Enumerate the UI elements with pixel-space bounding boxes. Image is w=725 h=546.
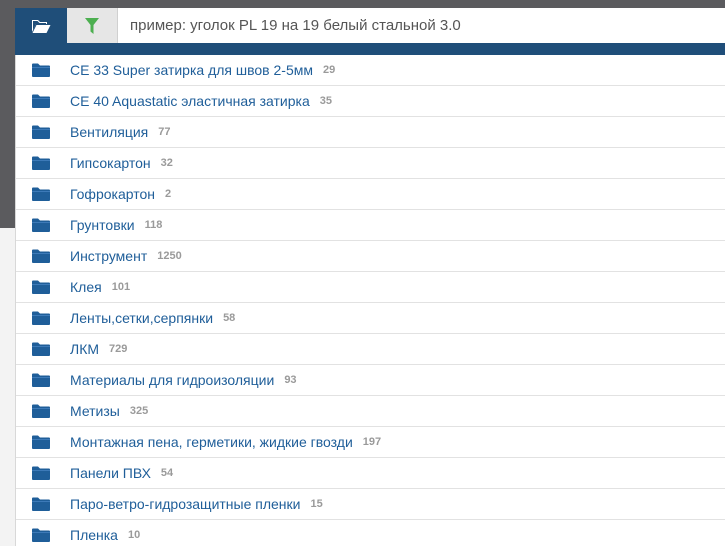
category-item[interactable]: Монтажная пена, герметики, жидкие гвозди… <box>16 427 725 458</box>
category-item[interactable]: Клея 101 <box>16 272 725 303</box>
category-item[interactable]: CE 40 Aquastatic эластичная затирка 35 <box>16 86 725 117</box>
category-label: Клея <box>70 279 102 295</box>
category-label: ЛКМ <box>70 341 100 357</box>
category-label: Пленка <box>70 527 118 543</box>
category-count: 1250 <box>157 250 182 262</box>
folder-icon <box>32 187 50 201</box>
category-label: CE 40 Aquastatic эластичная затирка <box>70 93 310 109</box>
category-item[interactable]: Панели ПВХ 54 <box>16 458 725 489</box>
category-item[interactable]: Инструмент 1250 <box>16 241 725 272</box>
category-item[interactable]: Пленка 10 <box>16 520 725 546</box>
folder-icon <box>32 280 50 294</box>
category-item[interactable]: Метизы 325 <box>16 396 725 427</box>
category-count: 729 <box>109 343 128 355</box>
category-item[interactable]: ЛКМ 729 <box>16 334 725 365</box>
category-count: 10 <box>127 529 141 541</box>
folder-icon <box>32 156 50 170</box>
folder-icon <box>32 404 50 418</box>
folder-icon <box>32 466 50 480</box>
search-bar <box>15 8 725 43</box>
category-list: CE 33 Super затирка для швов 2-5мм 29 CE… <box>16 55 725 546</box>
folder-icon <box>32 63 50 77</box>
category-label: Гофрокартон <box>70 186 155 202</box>
category-label: Инструмент <box>70 248 148 264</box>
category-label: Ленты,сетки,серпянки <box>70 310 214 326</box>
folder-icon <box>32 218 50 232</box>
category-item[interactable]: Материалы для гидроизоляции 93 <box>16 365 725 396</box>
folder-icon <box>32 435 50 449</box>
category-item[interactable]: Вентиляция 77 <box>16 117 725 148</box>
category-count: 32 <box>160 157 173 169</box>
filter-icon <box>85 17 99 34</box>
folder-icon <box>32 311 50 325</box>
category-item[interactable]: CE 33 Super затирка для швов 2-5мм 29 <box>16 55 725 86</box>
category-button[interactable] <box>15 8 67 43</box>
category-count: 93 <box>284 374 297 386</box>
folder-icon <box>32 528 50 542</box>
category-label: Панели ПВХ <box>70 465 151 481</box>
category-label: Вентиляция <box>70 124 149 140</box>
folder-icon <box>32 125 50 139</box>
folder-icon <box>32 94 50 108</box>
category-count: 2 <box>165 188 172 200</box>
search-input[interactable] <box>118 8 725 43</box>
category-count: 54 <box>160 467 174 479</box>
category-count: 29 <box>323 64 336 76</box>
category-item[interactable]: Грунтовки 118 <box>16 210 725 241</box>
filter-button[interactable] <box>67 8 118 43</box>
category-count: 101 <box>111 281 131 293</box>
folder-icon <box>32 373 50 387</box>
folder-icon <box>32 497 50 511</box>
category-item[interactable]: Паро-ветро-гидрозащитные пленки 15 <box>16 489 725 520</box>
category-count: 15 <box>310 498 323 510</box>
category-count: 197 <box>362 436 382 448</box>
category-label: Грунтовки <box>70 217 135 233</box>
category-label: Метизы <box>70 403 120 419</box>
category-count: 58 <box>223 312 236 324</box>
category-count: 35 <box>319 95 332 107</box>
category-item[interactable]: Гофрокартон 2 <box>16 179 725 210</box>
category-label: Материалы для гидроизоляции <box>70 372 275 388</box>
category-label: CE 33 Super затирка для швов 2-5мм <box>70 62 313 78</box>
category-label: Паро-ветро-гидрозащитные пленки <box>70 496 301 512</box>
category-count: 77 <box>158 126 171 138</box>
category-count: 118 <box>144 219 163 231</box>
category-item[interactable]: Гипсокартон 32 <box>16 148 725 179</box>
category-item[interactable]: Ленты,сетки,серпянки 58 <box>16 303 725 334</box>
category-label: Гипсокартон <box>70 155 151 171</box>
category-count: 325 <box>129 405 149 417</box>
folder-icon <box>32 249 50 263</box>
category-dropdown: CE 33 Super затирка для швов 2-5мм 29 CE… <box>15 55 725 546</box>
category-label: Монтажная пена, герметики, жидкие гвозди <box>70 434 353 450</box>
folder-icon <box>32 342 50 356</box>
dropdown-header-bar <box>15 43 725 55</box>
folder-open-icon <box>32 19 51 33</box>
